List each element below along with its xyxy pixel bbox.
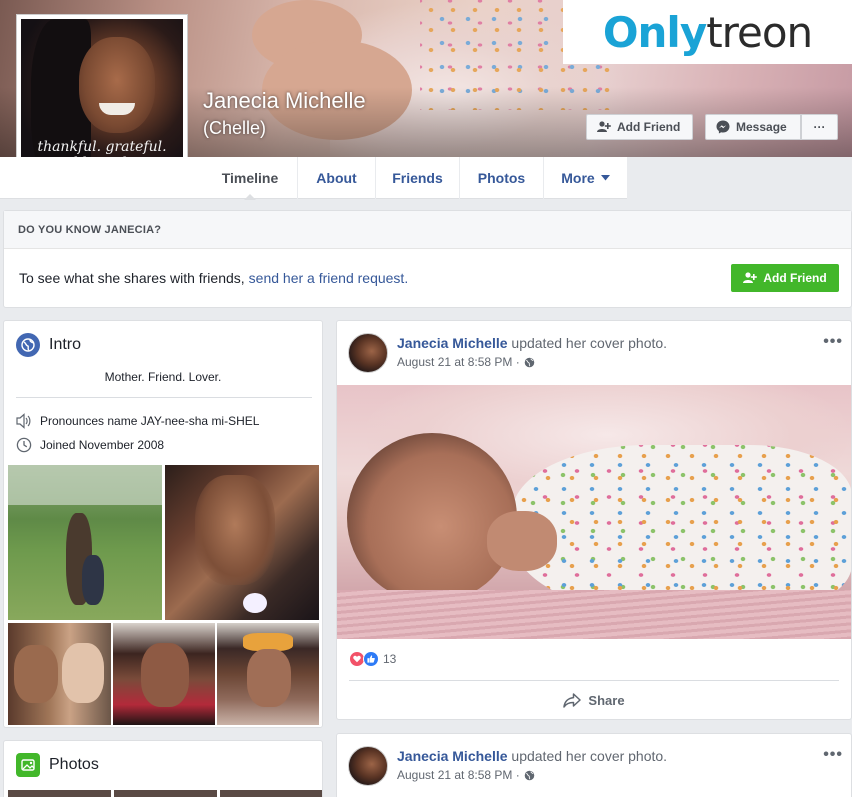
intro-pronounce-row: Pronounces name JAY-nee-sha mi-SHEL xyxy=(16,413,259,429)
message-label: Message xyxy=(736,120,787,134)
watermark-part1: Only xyxy=(602,7,707,57)
post-meta: August 21 at 8:58 PM · xyxy=(397,355,535,369)
post-options-button[interactable]: ••• xyxy=(823,746,843,764)
watermark-logo: Only treon xyxy=(563,0,852,64)
photo-face xyxy=(195,475,275,585)
photos-title[interactable]: Photos xyxy=(49,756,99,774)
photos-card: Photos xyxy=(3,740,323,797)
tab-more-label: More xyxy=(561,170,595,186)
featured-photo[interactable] xyxy=(165,465,319,620)
photo-face xyxy=(141,643,189,707)
post-timestamp[interactable]: August 21 at 8:58 PM · xyxy=(397,355,520,369)
post-options-button[interactable]: ••• xyxy=(823,333,843,351)
feed-post: Janecia Michelle updated her cover photo… xyxy=(336,320,852,720)
share-button[interactable]: Share xyxy=(337,683,851,717)
intro-pronounce: Pronounces name JAY-nee-sha mi-SHEL xyxy=(40,414,260,428)
post-action: updated her cover photo. xyxy=(511,748,668,764)
add-friend-green-button[interactable]: Add Friend xyxy=(731,264,839,292)
speaker-icon xyxy=(16,413,31,429)
image-baby-head xyxy=(347,433,517,603)
post-timestamp[interactable]: August 21 at 8:58 PM · xyxy=(397,768,520,782)
share-icon xyxy=(563,692,582,708)
photo-thumbnail[interactable] xyxy=(220,790,322,797)
featured-photo[interactable] xyxy=(8,623,111,725)
tab-about[interactable]: About xyxy=(297,157,375,199)
add-friend-icon xyxy=(743,272,758,283)
reaction-count: 13 xyxy=(383,652,397,666)
do-you-know-heading: DO YOU KNOW JANECIA? xyxy=(4,211,851,249)
divider xyxy=(349,680,839,681)
photo-sky xyxy=(8,465,162,505)
add-friend-icon xyxy=(597,121,611,132)
image-sheet xyxy=(337,590,851,639)
tab-friends[interactable]: Friends xyxy=(375,157,459,199)
photo-thumbnail[interactable] xyxy=(114,790,217,797)
post-header: Janecia Michelle updated her cover photo… xyxy=(397,335,667,351)
post-meta: August 21 at 8:58 PM · xyxy=(397,768,535,782)
do-you-know-text: To see what she shares with friends, xyxy=(19,270,245,286)
tab-timeline[interactable]: Timeline xyxy=(203,157,297,200)
photo-face xyxy=(14,645,58,703)
messenger-icon xyxy=(716,120,730,134)
intro-joined-row: Joined November 2008 xyxy=(16,437,164,453)
post-image[interactable] xyxy=(337,385,851,639)
post-author[interactable]: Janecia Michelle xyxy=(397,335,508,351)
intro-joined: Joined November 2008 xyxy=(40,438,165,452)
do-you-know-box: DO YOU KNOW JANECIA? To see what she sha… xyxy=(3,210,852,308)
caret-down-icon xyxy=(600,175,610,181)
tab-photos[interactable]: Photos xyxy=(459,157,543,199)
featured-photo[interactable] xyxy=(217,623,319,725)
feed-post: Janecia Michelle updated her cover photo… xyxy=(336,733,852,797)
post-action: updated her cover photo. xyxy=(511,335,668,351)
profile-nav: Timeline About Friends Photos More xyxy=(203,157,627,200)
intro-bio: Mother. Friend. Lover. xyxy=(104,370,222,384)
nav-left-fill xyxy=(0,157,203,199)
photo-child xyxy=(82,555,104,605)
photo-face xyxy=(247,649,291,707)
photo-sticker xyxy=(243,593,267,613)
author-avatar[interactable] xyxy=(348,333,388,373)
featured-photo[interactable] xyxy=(8,465,162,620)
post-author[interactable]: Janecia Michelle xyxy=(397,748,508,764)
intro-card: Intro Mother. Friend. Lover. Pronounces … xyxy=(3,320,323,728)
author-avatar[interactable] xyxy=(348,746,388,786)
profile-alternate-name: (Chelle) xyxy=(203,118,267,138)
send-friend-request-link[interactable]: send her a friend request. xyxy=(249,270,409,286)
message-button[interactable]: Message xyxy=(705,114,801,140)
intro-title: Intro xyxy=(49,336,82,353)
clock-icon xyxy=(16,437,32,453)
divider xyxy=(16,397,312,398)
globe-icon xyxy=(524,357,535,367)
photos-strip xyxy=(8,790,322,797)
add-friend-green-label: Add Friend xyxy=(763,271,827,285)
post-header: Janecia Michelle updated her cover photo… xyxy=(397,748,667,764)
profile-face xyxy=(79,37,155,133)
like-reaction-icon xyxy=(363,651,379,667)
reactions[interactable]: 13 xyxy=(349,651,396,667)
globe-icon xyxy=(16,333,40,357)
photo-thumbnail[interactable] xyxy=(8,790,111,797)
featured-photo[interactable] xyxy=(113,623,215,725)
add-friend-button[interactable]: Add Friend xyxy=(586,114,693,140)
add-friend-label: Add Friend xyxy=(617,120,681,134)
more-options-button[interactable]: ··· xyxy=(801,114,838,140)
tab-more[interactable]: More xyxy=(543,157,627,199)
watermark-part2: treon xyxy=(706,7,813,57)
profile-name[interactable]: Janecia Michelle xyxy=(203,88,366,114)
photo-face xyxy=(62,643,104,703)
share-label: Share xyxy=(588,692,625,708)
image-baby-hand xyxy=(487,511,557,571)
photos-icon xyxy=(16,753,40,777)
globe-icon xyxy=(524,770,535,780)
